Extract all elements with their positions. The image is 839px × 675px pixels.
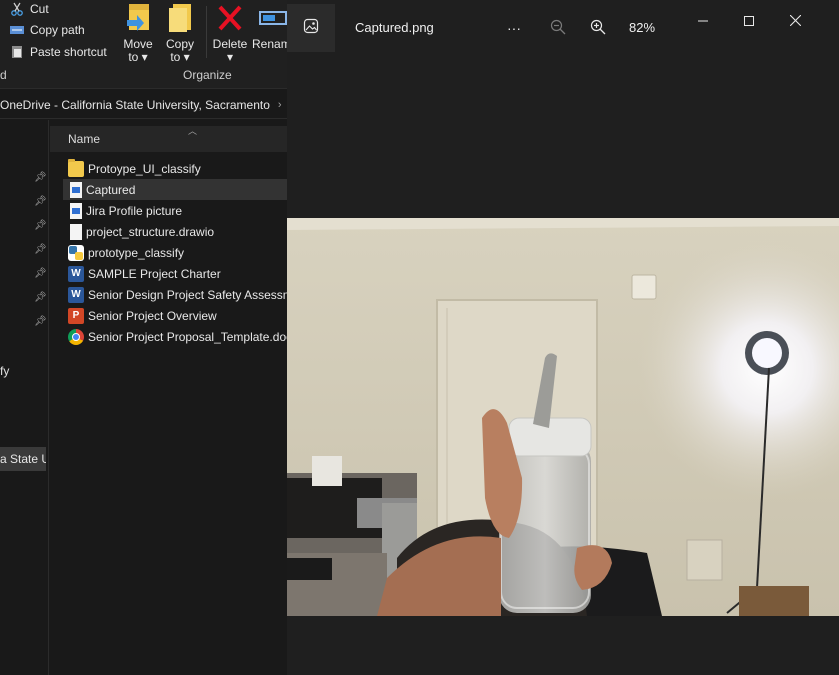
zoom-level-readout[interactable]: 82% xyxy=(629,20,655,35)
delete-button[interactable]: Delete ▾ xyxy=(210,0,250,64)
zoom-in-icon xyxy=(590,19,606,38)
word-file-icon: W xyxy=(68,286,84,303)
list-item[interactable]: Jira Profile picture xyxy=(63,200,290,221)
document-file-icon xyxy=(70,223,82,240)
more-icon: ··· xyxy=(507,20,521,36)
list-item[interactable]: W SAMPLE Project Charter xyxy=(63,263,290,284)
pin-icon[interactable]: 📌︎ xyxy=(34,244,47,256)
list-item[interactable]: Protoype_UI_classify xyxy=(63,158,290,179)
file-name: Senior Project Proposal_Template.doc xyxy=(88,329,290,344)
powerpoint-file-icon: P xyxy=(68,307,84,324)
nav-item-selected-label: a State U xyxy=(0,452,46,466)
file-name: Captured xyxy=(86,182,136,197)
pin-icon[interactable]: 📌︎ xyxy=(34,316,47,328)
captured-photo[interactable] xyxy=(287,218,839,616)
cut-label: Cut xyxy=(30,2,49,16)
rename-icon xyxy=(257,2,287,34)
close-button[interactable] xyxy=(772,8,818,36)
word-file-icon: W xyxy=(68,265,84,282)
zoom-out-icon xyxy=(550,19,566,38)
rename-button[interactable]: Renam xyxy=(252,0,292,51)
folder-icon xyxy=(68,158,84,177)
cut-button[interactable]: Cut xyxy=(10,0,49,18)
chevron-right-icon: › xyxy=(277,99,282,111)
organize-group-label: Organize xyxy=(183,68,232,82)
pin-icon[interactable]: 📌︎ xyxy=(34,292,47,304)
pin-icon[interactable]: 📌︎ xyxy=(34,172,47,184)
scissors-icon xyxy=(10,2,24,16)
python-file-icon xyxy=(68,244,84,261)
list-item[interactable]: prototype_classify xyxy=(63,242,290,263)
copy-path-button[interactable]: Copy path xyxy=(10,21,85,39)
delete-label-2: ▾ xyxy=(226,50,234,64)
pin-icon[interactable]: 📌︎ xyxy=(34,268,47,280)
move-to-icon xyxy=(123,2,153,34)
copy-to-label-2: to ▾ xyxy=(170,50,190,64)
png-file-icon xyxy=(70,181,82,198)
copy-to-button[interactable]: Copy to ▾ xyxy=(162,0,198,64)
viewer-title-bar: Captured.png ··· 82% xyxy=(287,0,839,57)
zoom-out-button[interactable] xyxy=(544,14,572,42)
file-name: project_structure.drawio xyxy=(86,224,215,239)
viewer-filename: Captured.png xyxy=(355,20,434,35)
file-explorer-window: Cut Copy path Paste shortcut Move to ▾ C… xyxy=(0,0,298,675)
rename-label: Renam xyxy=(252,37,291,51)
photos-viewer-window: Captured.png ··· 82% xyxy=(287,0,839,675)
image-file-icon xyxy=(70,202,82,219)
chrome-file-icon xyxy=(68,328,84,345)
paste-shortcut-button[interactable]: Paste shortcut xyxy=(10,43,107,61)
list-item[interactable]: P Senior Project Overview xyxy=(63,305,290,326)
copy-to-icon xyxy=(165,2,195,34)
paste-shortcut-icon xyxy=(10,45,24,59)
clipboard-group-label: d xyxy=(0,68,7,82)
close-icon xyxy=(789,13,801,31)
address-segment-onedrive[interactable]: OneDrive - California State University, … xyxy=(0,98,270,112)
photo-content xyxy=(287,218,839,616)
column-header-label: Name xyxy=(68,132,101,146)
file-name: Jira Profile picture xyxy=(86,203,183,218)
pin-icon[interactable]: 📌︎ xyxy=(34,220,47,232)
maximize-button[interactable] xyxy=(726,8,772,36)
list-item[interactable]: W Senior Design Project Safety Assessme xyxy=(63,284,290,305)
zoom-in-button[interactable] xyxy=(584,14,612,42)
ribbon: Cut Copy path Paste shortcut Move to ▾ C… xyxy=(0,0,292,89)
photo-app-icon xyxy=(303,18,319,39)
minimize-icon xyxy=(698,13,708,31)
copy-path-label: Copy path xyxy=(30,23,85,37)
list-item[interactable]: Captured xyxy=(63,179,290,200)
maximize-icon xyxy=(744,13,754,31)
column-header-name[interactable]: ︿ Name xyxy=(50,126,290,152)
ribbon-separator xyxy=(206,6,207,58)
nav-item-partial[interactable]: fy xyxy=(0,364,9,378)
list-item[interactable]: Senior Project Proposal_Template.doc xyxy=(63,326,290,347)
pin-icon[interactable]: 📌︎ xyxy=(34,196,47,208)
file-name: prototype_classify xyxy=(88,245,185,260)
paste-shortcut-label: Paste shortcut xyxy=(30,45,107,59)
copy-path-icon xyxy=(10,23,24,37)
file-name: Protoype_UI_classify xyxy=(88,161,201,176)
address-bar[interactable]: OneDrive - California State University, … xyxy=(0,92,298,119)
more-options-button[interactable]: ··· xyxy=(500,14,528,42)
file-name: Senior Project Overview xyxy=(88,308,217,323)
navigation-pane: 📌︎ 📌︎ 📌︎ 📌︎ 📌︎ 📌︎ 📌︎ fy a State U xyxy=(0,120,49,675)
file-name: Senior Design Project Safety Assessme xyxy=(88,287,290,302)
file-name: SAMPLE Project Charter xyxy=(88,266,221,281)
move-to-button[interactable]: Move to ▾ xyxy=(120,0,156,64)
photos-app-button[interactable] xyxy=(287,4,335,52)
delete-x-icon xyxy=(215,2,245,34)
minimize-button[interactable] xyxy=(680,8,726,36)
nav-item-selected[interactable]: a State U xyxy=(0,447,46,471)
move-to-label-2: to ▾ xyxy=(128,50,148,64)
sort-ascending-icon: ︿ xyxy=(188,126,198,136)
file-list: Protoype_UI_classify Captured Jira Profi… xyxy=(63,158,290,347)
list-item[interactable]: project_structure.drawio xyxy=(63,221,290,242)
